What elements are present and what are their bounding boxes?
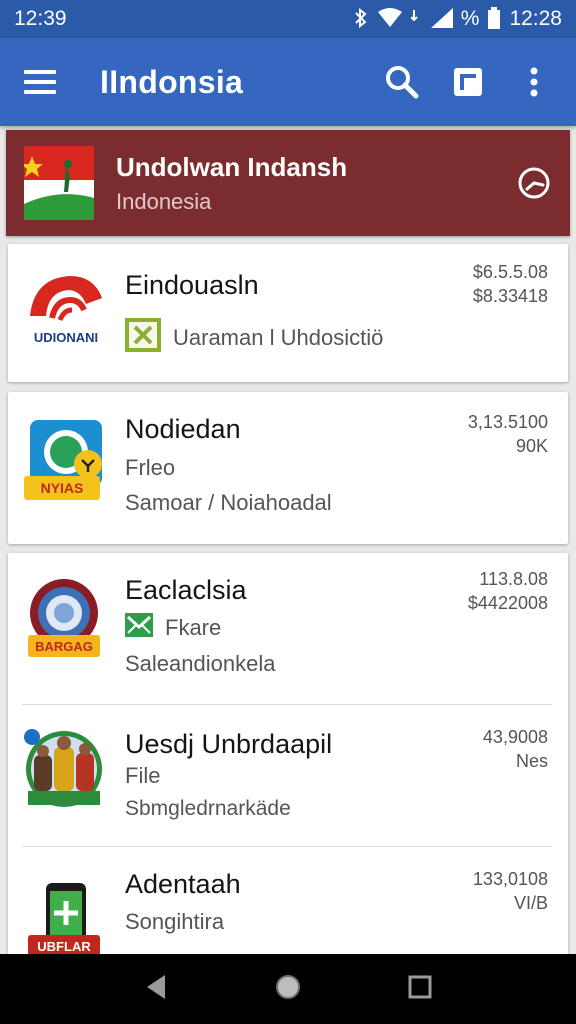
list-item[interactable]: BARGAG Eaclaclsia Fkare Saleandionkela 1… — [8, 553, 568, 703]
item-description-text: Uaraman l Uhdosictiö — [173, 325, 384, 350]
item-logo: UBFLAR — [24, 881, 108, 965]
item-logo-text: BARGAG — [35, 639, 93, 654]
list-item[interactable]: UBFLAR Adentaah Songihtira 133,0108 VI/B — [8, 847, 568, 963]
status-icons: % 12:28 — [353, 6, 562, 32]
back-icon[interactable] — [143, 973, 169, 1006]
item-price-secondary: VI/B — [513, 893, 548, 913]
item-description: Uaraman l Uhdosictiö — [125, 318, 383, 358]
status-bar: 12:39 % 12:28 — [0, 0, 576, 38]
indonesia-flag-logo — [24, 146, 94, 220]
item-price: 3,13.5100 — [467, 412, 548, 432]
cast-icon[interactable] — [450, 64, 486, 100]
item-title: Eaclaclsia — [125, 575, 247, 605]
item-logo — [24, 727, 108, 811]
battery-icon — [487, 6, 501, 32]
list-card: BARGAG Eaclaclsia Fkare Saleandionkela 1… — [8, 553, 568, 963]
list-item[interactable]: UDIONANI Eindouasln Uaraman l Uhdosictiö… — [8, 244, 568, 382]
item-subdescription: Saleandionkela — [125, 651, 276, 676]
banner-title: Undolwan Indansh — [116, 151, 348, 182]
status-time-left: 12:39 — [14, 7, 67, 30]
item-price: 133,0108 — [472, 869, 548, 889]
item-description: Sbmgledrnarkäde — [125, 797, 291, 820]
battery-percent: % — [460, 7, 480, 30]
banner-subtitle: Indonesia — [116, 188, 212, 214]
item-price-secondary: $8.33418 — [472, 286, 548, 306]
signal-icon — [430, 7, 453, 31]
item-price-secondary: $4422008 — [467, 593, 548, 613]
menu-icon[interactable] — [24, 70, 58, 94]
list-item[interactable]: Uesdj Unbrdaapil File Sbmgledrnarkäde 43… — [8, 705, 568, 845]
item-price: 113.8.08 — [479, 569, 548, 589]
app-title: IIndonsia — [100, 63, 244, 100]
item-type: Songihtira — [125, 909, 225, 934]
item-logo-text: NYIAS — [41, 480, 84, 496]
item-logo: BARGAG — [24, 575, 108, 659]
email-check-icon[interactable] — [125, 613, 153, 643]
app-bar: IIndonsia — [0, 38, 576, 126]
item-logo-text: UBFLAR — [37, 939, 91, 954]
status-time-right: 12:28 — [509, 7, 562, 30]
item-price-secondary: 90K — [515, 436, 548, 456]
list-item[interactable]: NYIAS Nodiedan Frleo Samoar / Noiahoadal… — [8, 392, 568, 544]
list-card: UDIONANI Eindouasln Uaraman l Uhdosictiö… — [8, 244, 568, 382]
banner-text: Undolwan Indansh Indonesia — [116, 152, 516, 215]
item-title: Nodiedan — [125, 414, 241, 444]
navigation-bar — [0, 954, 576, 1024]
recents-icon[interactable] — [407, 974, 433, 1005]
featured-banner[interactable]: Undolwan Indansh Indonesia — [6, 130, 570, 236]
item-logo-text: UDIONANI — [34, 330, 98, 345]
bluetooth-icon — [353, 7, 369, 31]
list-card: NYIAS Nodiedan Frleo Samoar / Noiahoadal… — [8, 392, 568, 544]
home-icon[interactable] — [274, 973, 302, 1006]
clock-icon[interactable] — [516, 165, 552, 201]
item-title: Adentaah — [125, 869, 241, 899]
item-price: 43,9008 — [482, 727, 548, 747]
item-logo: NYIAS — [24, 418, 108, 502]
search-icon[interactable] — [384, 64, 420, 100]
item-type: Fkare — [165, 615, 222, 640]
more-options-icon[interactable] — [516, 64, 552, 100]
data-transfer-icon — [410, 8, 423, 31]
item-description: Samoar / Noiahoadal — [125, 490, 332, 515]
item-title: Uesdj Unbrdaapil — [125, 729, 333, 759]
item-price-secondary: Nes — [515, 751, 548, 771]
item-price: $6.5.5.08 — [472, 262, 548, 282]
item-logo: UDIONANI — [24, 268, 108, 352]
item-type: File — [125, 763, 161, 788]
item-type: Frleo — [125, 455, 176, 480]
item-description: Fkare — [125, 613, 221, 643]
wifi-icon — [377, 7, 403, 31]
checkbox-icon[interactable] — [125, 318, 161, 358]
item-title: Eindouasln — [125, 270, 259, 300]
